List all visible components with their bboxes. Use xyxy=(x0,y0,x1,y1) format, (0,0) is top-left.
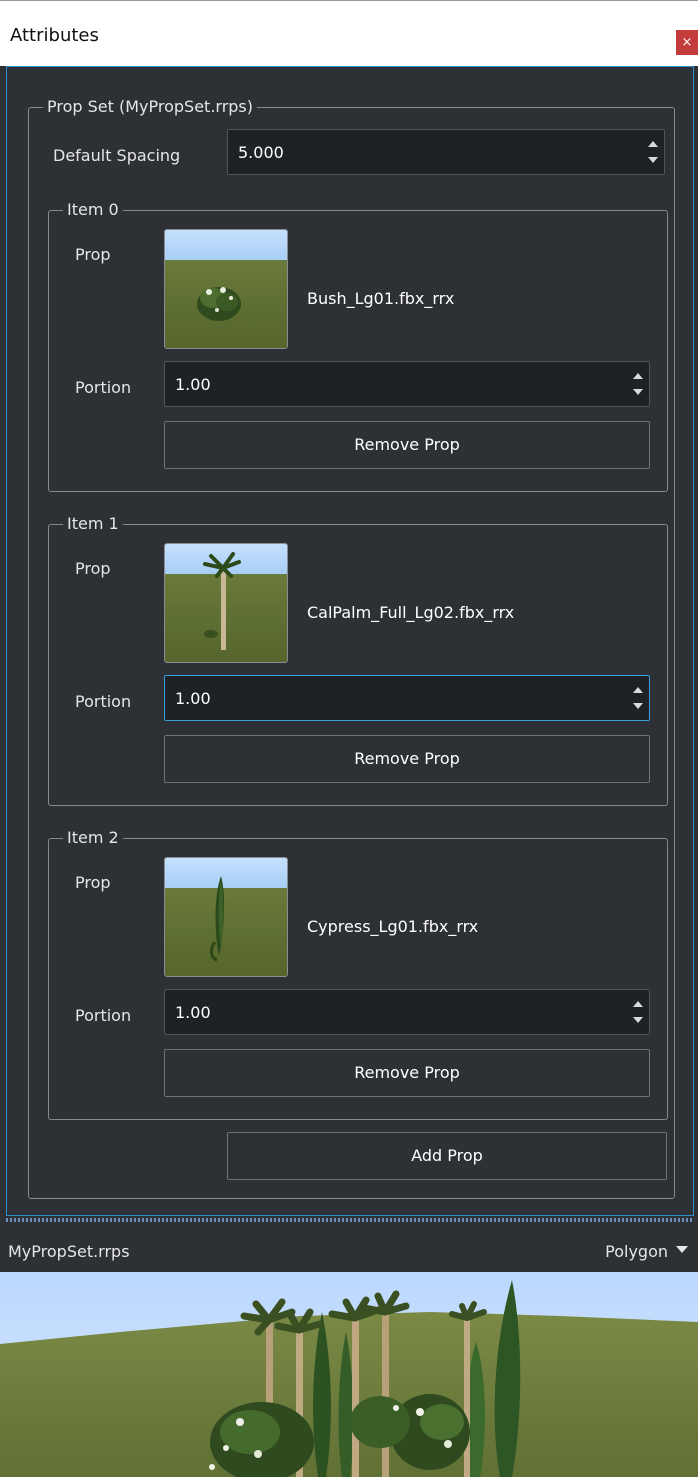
palm-image xyxy=(203,552,241,650)
portion-value: 1.00 xyxy=(175,1003,211,1022)
item-legend: Item 2 xyxy=(63,827,123,849)
remove-prop-button[interactable]: Remove Prop xyxy=(164,1049,650,1097)
preview-file-name: MyPropSet.rrps xyxy=(8,1242,130,1261)
panel-splitter[interactable] xyxy=(6,1218,694,1222)
portion-stepper[interactable] xyxy=(631,682,645,716)
title-bar: Attributes × xyxy=(0,0,698,66)
spin-up-icon[interactable] xyxy=(633,1001,643,1007)
propset-group: Prop Set (MyPropSet.rrps) Default Spacin… xyxy=(28,96,675,1199)
render-mode-select[interactable]: Polygon xyxy=(605,1242,668,1261)
prop-label: Prop xyxy=(75,559,111,578)
spin-up-icon[interactable] xyxy=(633,687,643,693)
add-prop-button[interactable]: Add Prop xyxy=(227,1132,667,1180)
default-spacing-stepper[interactable] xyxy=(646,136,660,170)
item-legend: Item 1 xyxy=(63,513,123,535)
portion-input[interactable]: 1.00 xyxy=(164,675,650,721)
portion-label: Portion xyxy=(75,692,132,711)
default-spacing-input[interactable]: 5.000 xyxy=(227,129,665,175)
spin-down-icon[interactable] xyxy=(633,703,643,709)
window-title: Attributes xyxy=(10,25,99,46)
portion-label: Portion xyxy=(75,1006,132,1025)
portion-label: Portion xyxy=(75,378,132,397)
portion-input[interactable]: 1.00 xyxy=(164,361,650,407)
prop-thumbnail[interactable] xyxy=(164,229,288,349)
preview-scene xyxy=(0,1272,698,1477)
portion-stepper[interactable] xyxy=(631,996,645,1030)
item-group-0: Item 0 Prop Bush_Lg01.fbx_rrx Portion 1. xyxy=(48,199,668,492)
preview-info-bar: MyPropSet.rrps Polygon xyxy=(0,1224,698,1272)
item-group-2: Item 2 Prop Cypress_Lg01.fbx_rrx Portion… xyxy=(48,827,668,1120)
spin-up-icon[interactable] xyxy=(648,141,658,147)
preview-viewport[interactable] xyxy=(0,1272,698,1477)
cypress-image xyxy=(209,876,225,962)
item-legend: Item 0 xyxy=(63,199,123,221)
default-spacing-value: 5.000 xyxy=(238,143,284,162)
prop-filename: Bush_Lg01.fbx_rrx xyxy=(307,289,455,308)
prop-filename: Cypress_Lg01.fbx_rrx xyxy=(307,917,479,936)
prop-label: Prop xyxy=(75,873,111,892)
prop-filename: CalPalm_Full_Lg02.fbx_rrx xyxy=(307,603,515,622)
spin-down-icon[interactable] xyxy=(633,1017,643,1023)
prop-thumbnail[interactable] xyxy=(164,857,288,977)
prop-thumbnail[interactable] xyxy=(164,543,288,663)
bush-image xyxy=(197,287,241,321)
attributes-panel: Prop Set (MyPropSet.rrps) Default Spacin… xyxy=(6,66,694,1216)
remove-prop-button[interactable]: Remove Prop xyxy=(164,735,650,783)
spin-up-icon[interactable] xyxy=(633,373,643,379)
remove-prop-button[interactable]: Remove Prop xyxy=(164,421,650,469)
portion-value: 1.00 xyxy=(175,375,211,394)
portion-value: 1.00 xyxy=(175,689,211,708)
close-icon[interactable]: × xyxy=(676,30,698,55)
prop-label: Prop xyxy=(75,245,111,264)
spin-down-icon[interactable] xyxy=(633,389,643,395)
item-group-1: Item 1 Prop CalPalm_Full_Lg02.fbx_rrx Po… xyxy=(48,513,668,806)
chevron-down-icon[interactable] xyxy=(676,1246,688,1253)
propset-legend: Prop Set (MyPropSet.rrps) xyxy=(43,96,258,118)
portion-stepper[interactable] xyxy=(631,368,645,402)
default-spacing-label: Default Spacing xyxy=(53,146,181,165)
portion-input[interactable]: 1.00 xyxy=(164,989,650,1035)
spin-down-icon[interactable] xyxy=(648,157,658,163)
